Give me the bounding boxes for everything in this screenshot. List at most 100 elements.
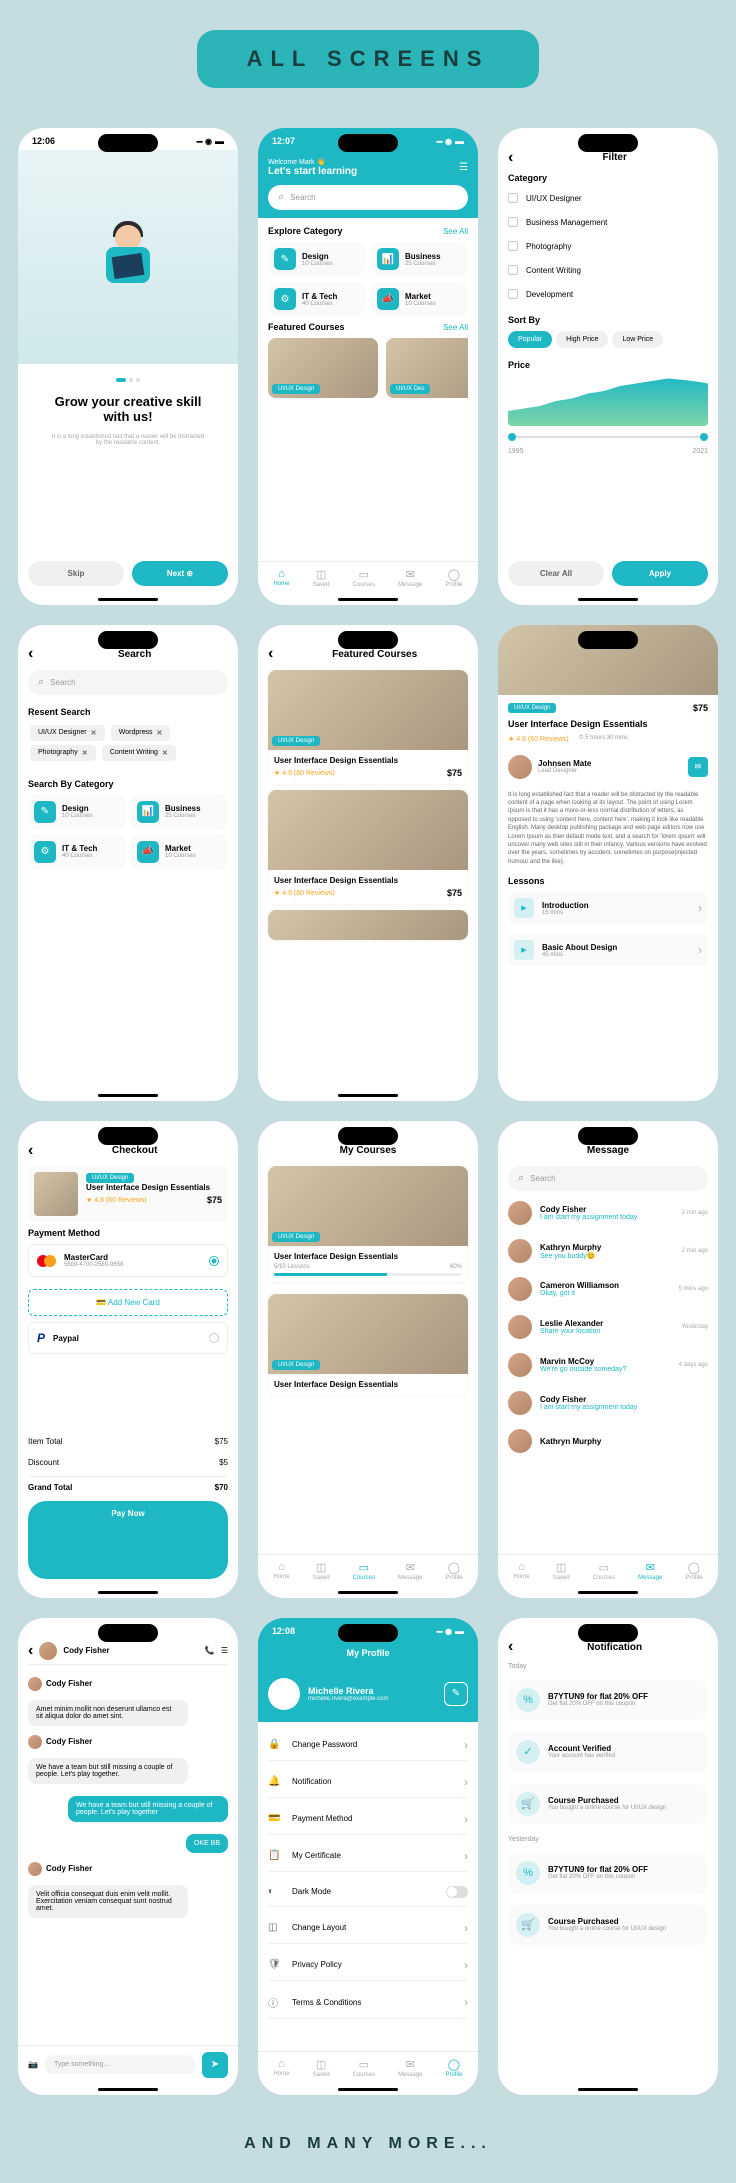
back-icon[interactable]	[508, 149, 513, 167]
search-chip[interactable]: Wordpress✕	[111, 725, 171, 741]
apply-button[interactable]: Apply	[612, 561, 708, 586]
message-row[interactable]: Cody FisherI am start my assignment toda…	[508, 1197, 708, 1229]
menu-icon[interactable]: ☰	[221, 1646, 228, 1655]
category-item[interactable]: 📊Business25 Courses	[371, 242, 468, 276]
radio[interactable]	[209, 1333, 219, 1343]
chip-close-icon[interactable]: ✕	[162, 749, 168, 757]
setting-password[interactable]: 🔒Change Password	[268, 1730, 468, 1761]
chip-close-icon[interactable]: ✕	[82, 749, 88, 757]
sort-pill[interactable]: Low Price	[612, 331, 663, 348]
course-card[interactable]: UI/UX Design	[268, 338, 378, 398]
setting-payment[interactable]: 💳Payment Method	[268, 1804, 468, 1835]
nav-courses[interactable]: ▭Courses	[353, 568, 375, 588]
course-card[interactable]	[268, 910, 468, 940]
nav-home[interactable]: ⌂Home	[274, 568, 290, 588]
nav-courses[interactable]: ▭Courses	[353, 1561, 375, 1581]
setting-notification[interactable]: 🔔Notification	[268, 1767, 468, 1798]
nav-saved[interactable]: ◫Saved	[553, 1561, 570, 1581]
nav-profile[interactable]: ◯Profile	[445, 1561, 462, 1581]
back-icon[interactable]	[508, 1638, 513, 1656]
nav-profile[interactable]: ◯Profile	[445, 2058, 462, 2078]
category-item[interactable]: 📊Business25 Courses	[131, 795, 228, 829]
search-chip[interactable]: UI/UX Designer✕	[30, 725, 105, 741]
course-card[interactable]: UI/UX Design User Interface Design Essen…	[268, 670, 468, 784]
course-card[interactable]: User Interface Design Essentials ★ 4.8 (…	[268, 790, 468, 904]
nav-saved[interactable]: ◫Saved	[313, 568, 330, 588]
send-button[interactable]	[202, 2052, 228, 2078]
category-item[interactable]: 📣Market10 Courses	[371, 282, 468, 316]
chat-input[interactable]: Type something...	[44, 2055, 196, 2074]
search-chip[interactable]: Photography✕	[30, 745, 96, 761]
search-input[interactable]: Search	[508, 1166, 708, 1191]
lesson-item[interactable]: Introduction15 mins	[508, 892, 708, 924]
nav-courses[interactable]: ▭Courses	[593, 1561, 615, 1581]
message-row[interactable]: Cody FisherI am start my assignment toda…	[508, 1387, 708, 1419]
filter-icon[interactable]	[459, 162, 468, 173]
message-row[interactable]: Cameron WilliamsonOkay, got it5 mins ago	[508, 1273, 708, 1305]
notification-item[interactable]: ✓Account VerifiedYour account has verifi…	[508, 1732, 708, 1772]
course-card[interactable]: UI/UX Des	[386, 338, 468, 398]
sort-pill[interactable]: Popular	[508, 331, 552, 348]
clear-button[interactable]: Clear All	[508, 561, 604, 586]
setting-terms[interactable]: ⓘTerms & Conditions	[268, 1987, 468, 2019]
add-card-button[interactable]: 💳 Add New Card	[28, 1289, 228, 1316]
lesson-item[interactable]: Basic About Design45 mins	[508, 934, 708, 966]
chip-close-icon[interactable]: ✕	[91, 729, 97, 737]
edit-button[interactable]	[444, 1682, 468, 1706]
see-all-link[interactable]: See All	[443, 323, 468, 332]
filter-option[interactable]: Content Writing	[508, 261, 708, 279]
nav-message[interactable]: ✉Message	[398, 568, 422, 588]
nav-home[interactable]: ⌂Home	[274, 1561, 290, 1581]
category-item[interactable]: ✎Design10 Courses	[268, 242, 365, 276]
notification-item[interactable]: 🛒Course PurchasedYou bought a online cou…	[508, 1784, 708, 1824]
category-item[interactable]: 📣Market10 Courses	[131, 835, 228, 869]
payment-paypal[interactable]: Paypal	[28, 1322, 228, 1354]
search-input[interactable]: Search	[28, 670, 228, 695]
nav-profile[interactable]: ◯Profile	[445, 568, 462, 588]
nav-saved[interactable]: ◫Saved	[313, 2058, 330, 2078]
nav-message[interactable]: ✉Message	[638, 1561, 662, 1581]
message-icon[interactable]: ✉	[688, 757, 708, 777]
setting-layout[interactable]: ◫Change Layout	[268, 1913, 468, 1944]
payment-mastercard[interactable]: MasterCard5689-4700-2589-9658	[28, 1244, 228, 1277]
nav-home[interactable]: ⌂Home	[274, 2058, 290, 2078]
pay-button[interactable]: Pay Now	[28, 1501, 228, 1579]
course-card[interactable]: UI/UX Design User Interface Design Essen…	[268, 1294, 468, 1395]
nav-profile[interactable]: ◯Profile	[685, 1561, 702, 1581]
filter-option[interactable]: Business Management	[508, 213, 708, 231]
nav-courses[interactable]: ▭Courses	[353, 2058, 375, 2078]
price-slider[interactable]	[508, 436, 708, 438]
setting-dark-mode[interactable]: ◐Dark Mode	[268, 1878, 468, 1907]
search-chip[interactable]: Content Writing✕	[102, 745, 176, 761]
nav-message[interactable]: ✉Message	[398, 1561, 422, 1581]
nav-home[interactable]: ⌂Home	[514, 1561, 530, 1581]
call-icon[interactable]: 📞	[205, 1646, 215, 1655]
course-card[interactable]: UI/UX Design User Interface Design Essen…	[268, 1166, 468, 1282]
message-row[interactable]: Marvin McCoyWe're go outside someday?4 d…	[508, 1349, 708, 1381]
category-item[interactable]: ⚙IT & Tech40 Courses	[28, 835, 125, 869]
message-row[interactable]: Kathryn Murphy	[508, 1425, 708, 1457]
filter-option[interactable]: UI/UX Designer	[508, 189, 708, 207]
message-row[interactable]: Leslie AlexanderShare your locationYeste…	[508, 1311, 708, 1343]
filter-option[interactable]: Photography	[508, 237, 708, 255]
back-icon[interactable]	[28, 1642, 33, 1660]
camera-icon[interactable]: 📷	[28, 2060, 38, 2069]
skip-button[interactable]: Skip	[28, 561, 124, 586]
search-box[interactable]: Search	[268, 185, 468, 210]
radio-checked[interactable]	[209, 1256, 219, 1266]
back-icon[interactable]	[28, 1142, 33, 1160]
back-icon[interactable]	[268, 645, 273, 663]
nav-message[interactable]: ✉Message	[398, 2058, 422, 2078]
nav-saved[interactable]: ◫Saved	[313, 1561, 330, 1581]
category-item[interactable]: ✎Design10 Courses	[28, 795, 125, 829]
setting-privacy[interactable]: 🛡Privacy Policy	[268, 1950, 468, 1981]
next-button[interactable]: Next ⊕	[132, 561, 228, 586]
sort-pill[interactable]: High Price	[556, 331, 608, 348]
category-item[interactable]: ⚙IT & Tech40 Courses	[268, 282, 365, 316]
message-row[interactable]: Kathryn MurphySee you buddy😊2 min ago	[508, 1235, 708, 1267]
notification-item[interactable]: 🛒Course PurchasedYou bought a online cou…	[508, 1905, 708, 1945]
chip-close-icon[interactable]: ✕	[156, 729, 162, 737]
toggle[interactable]	[446, 1886, 468, 1898]
notification-item[interactable]: %B7YTUN9 for flat 20% OFFGet flat 20% OF…	[508, 1680, 708, 1720]
back-icon[interactable]	[28, 645, 33, 663]
